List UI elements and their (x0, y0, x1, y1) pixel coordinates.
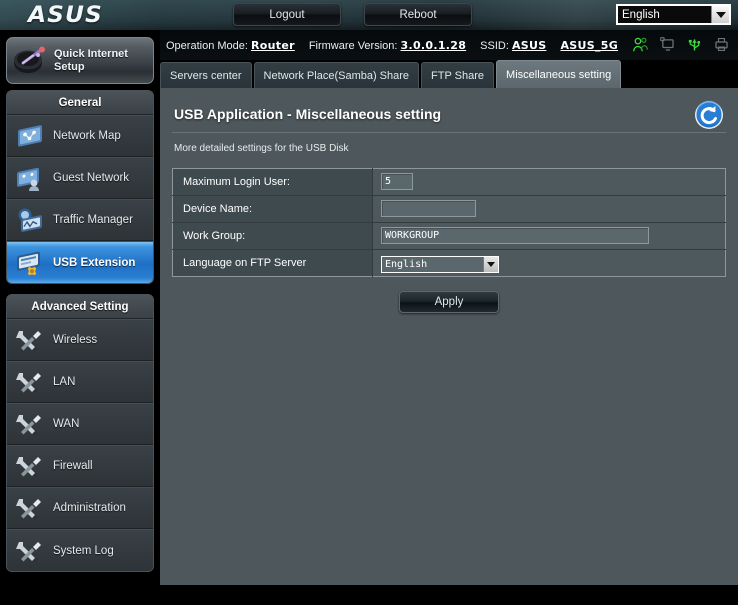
sidebar-item-label: Firewall (53, 460, 93, 472)
field-value-work-group: WORKGROUP (372, 222, 726, 250)
sidebar-item-traffic-manager[interactable]: Traffic Manager (7, 199, 153, 241)
quick-setup-line1: Quick Internet (54, 47, 128, 60)
reboot-button[interactable]: Reboot (364, 3, 472, 26)
usb-extension-icon (17, 251, 40, 275)
traffic-manager-icon (18, 208, 42, 232)
refresh-icon[interactable] (694, 100, 724, 130)
sidebar-item-label: Guest Network (53, 172, 130, 184)
network-map-icon (18, 125, 42, 147)
sidebar-item-label: Traffic Manager (53, 214, 133, 226)
sidebar-item-label: USB Extension (53, 256, 136, 269)
tab-network-place-samba-share[interactable]: Network Place(Samba) Share (253, 62, 420, 88)
tools-icon (16, 415, 41, 436)
ssid-value[interactable]: ASUS (512, 39, 547, 52)
firmware-label: Firmware Version: (308, 39, 398, 52)
field-value-language-ftp-server: English (372, 249, 726, 277)
sidebar-item-label: System Log (53, 544, 114, 557)
operation-mode-value[interactable]: Router (251, 39, 295, 52)
field-label-language-ftp-server: Language on FTP Server (172, 249, 373, 277)
firmware-group: Firmware Version: 3.0.0.1.28 (309, 39, 466, 52)
usb-icon[interactable] (686, 36, 703, 53)
sidebar-group-title-advanced: Advanced Setting (7, 295, 153, 319)
sidebar-item-label: Administration (53, 502, 126, 514)
table-row: Work Group: WORKGROUP (172, 222, 726, 250)
sidebar-group-advanced-setting: Advanced Setting Wireless LAN WAN Firewa… (6, 294, 154, 572)
field-label-maximum-login-user: Maximum Login User: (172, 168, 373, 196)
work-group-input[interactable]: WORKGROUP (381, 227, 649, 245)
sidebar-item-administration[interactable]: Administration (7, 487, 153, 529)
operation-mode-label: Operation Mode: (166, 39, 248, 52)
sidebar-item-network-map[interactable]: Network Map (7, 115, 153, 157)
operation-mode-group: Operation Mode: Router (166, 39, 295, 52)
device-name-input[interactable] (381, 200, 476, 218)
sidebar-item-wireless[interactable]: Wireless (7, 319, 153, 361)
chevron-down-icon (483, 256, 498, 272)
logout-button[interactable]: Logout (233, 3, 341, 26)
maximum-login-user-input[interactable]: 5 (381, 173, 413, 191)
sidebar-item-system-log[interactable]: System Log (7, 529, 153, 571)
field-value-maximum-login-user: 5 (372, 168, 726, 196)
apply-button[interactable]: Apply (399, 291, 499, 313)
sidebar-item-label: WAN (53, 418, 80, 430)
sidebar-item-wan[interactable]: WAN (7, 403, 153, 445)
tools-icon (16, 373, 41, 394)
sidebar-group-general: General Network Map Guest Network Traffi… (6, 90, 154, 284)
ssid-label: SSID: (480, 39, 509, 52)
active-pointer-arrow (153, 248, 154, 276)
status-icon-tray (632, 36, 730, 53)
main-content-panel: USB Application - Miscellaneous setting … (160, 88, 738, 585)
table-row: Device Name: (172, 195, 726, 223)
language-ftp-server-select[interactable]: English (381, 255, 499, 273)
sidebar-item-lan[interactable]: LAN (7, 361, 153, 403)
language-ftp-server-value: English (385, 258, 428, 270)
sidebar-item-guest-network[interactable]: Guest Network (7, 157, 153, 199)
field-value-device-name (372, 195, 726, 223)
printer-icon[interactable] (713, 36, 730, 53)
sidebar-item-label: Wireless (53, 334, 98, 346)
sidebar-item-usb-extension[interactable]: USB Extension (7, 241, 153, 283)
ssid-5g-group: ASUS_5G (560, 39, 618, 52)
ssid-5g-value[interactable]: ASUS_5G (560, 39, 618, 52)
page-title: USB Application - Miscellaneous setting (174, 106, 442, 122)
table-row: Maximum Login User: 5 (172, 168, 726, 196)
ssid-group: SSID: ASUS (480, 39, 546, 52)
field-label-work-group: Work Group: (172, 222, 373, 250)
tools-icon (16, 541, 41, 563)
apply-button-row: Apply (160, 291, 738, 313)
sidebar-item-label: Network Map (53, 130, 121, 142)
monitor-icon[interactable] (659, 36, 676, 53)
asus-logo: ASUS (28, 3, 103, 28)
miscellaneous-settings-table: Maximum Login User: 5 Device Name: Work … (172, 168, 726, 277)
sidebar-group-title-general: General (7, 91, 153, 115)
top-header-bar: ASUS Logout Reboot English (0, 0, 738, 30)
quick-setup-line2: Setup (54, 60, 85, 73)
language-select-value: English (622, 8, 660, 21)
tab-ftp-share[interactable]: FTP Share (421, 62, 495, 88)
sidebar-item-label: LAN (53, 376, 76, 388)
field-label-device-name: Device Name: (172, 195, 373, 223)
tab-miscellaneous-setting[interactable]: Miscellaneous setting (496, 60, 622, 88)
language-select[interactable]: English (616, 4, 731, 25)
table-row: Language on FTP Server English (172, 249, 726, 277)
guest-network-icon (17, 167, 39, 191)
tools-icon (16, 331, 41, 352)
page-description: More detailed settings for the USB Disk (174, 143, 349, 154)
tools-icon (16, 499, 41, 520)
quick-setup-icon (14, 46, 45, 73)
sidebar: General Network Map Guest Network Traffi… (0, 90, 160, 605)
firmware-value[interactable]: 3.0.0.1.28 (401, 39, 467, 52)
tab-servers-center[interactable]: Servers center (160, 62, 252, 88)
usb-application-tabs: Servers center Network Place(Samba) Shar… (160, 60, 622, 88)
tools-icon (16, 457, 41, 478)
chevron-down-icon (711, 6, 729, 23)
users-icon[interactable] (632, 36, 649, 53)
quick-internet-setup-button[interactable]: Quick Internet Setup (6, 37, 154, 84)
quick-setup-label: Quick Internet Setup (54, 48, 128, 74)
sidebar-item-firewall[interactable]: Firewall (7, 445, 153, 487)
